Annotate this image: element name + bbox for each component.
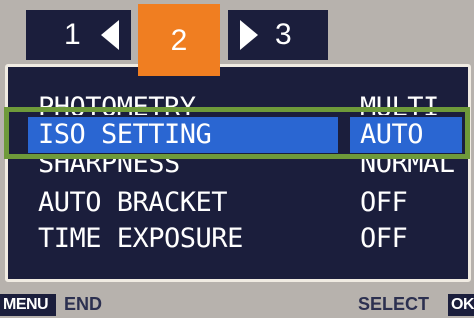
menu-row-value: OFF [360, 223, 408, 254]
ok-key-icon[interactable]: OK [448, 294, 474, 316]
menu-row-name: AUTO BRACKET [38, 187, 228, 218]
tab-1-label: 1 [64, 18, 81, 51]
tab-3-label: 3 [275, 18, 292, 51]
select-label: SELECT [358, 294, 430, 314]
tab-strip: 1 2 3 [18, 0, 474, 76]
menu-panel: PHOTOMETRY MULTI ISO SETTING AUTO SHARPN… [5, 64, 471, 282]
menu-row-auto-bracket[interactable]: AUTO BRACKET OFF [28, 185, 464, 221]
footer-bar: MENU END SELECT OK [0, 290, 474, 318]
arrow-left-icon [101, 20, 119, 50]
tab-3[interactable]: 3 [228, 10, 328, 60]
tab-2[interactable]: 2 [138, 4, 220, 76]
menu-key-icon[interactable]: MENU [0, 294, 56, 316]
menu-row-time-exposure[interactable]: TIME EXPOSURE OFF [28, 221, 464, 257]
arrow-right-icon [240, 20, 258, 50]
tab-1[interactable]: 1 [26, 10, 131, 60]
tab-2-label: 2 [170, 24, 188, 57]
highlight-frame [4, 107, 470, 159]
camera-menu-screen: 1 2 3 PHOTOMETRY MULTI ISO SETTING AUTO … [0, 0, 474, 318]
menu-row-value: OFF [360, 187, 408, 218]
menu-row-name: TIME EXPOSURE [38, 223, 243, 254]
end-label: END [64, 294, 103, 314]
